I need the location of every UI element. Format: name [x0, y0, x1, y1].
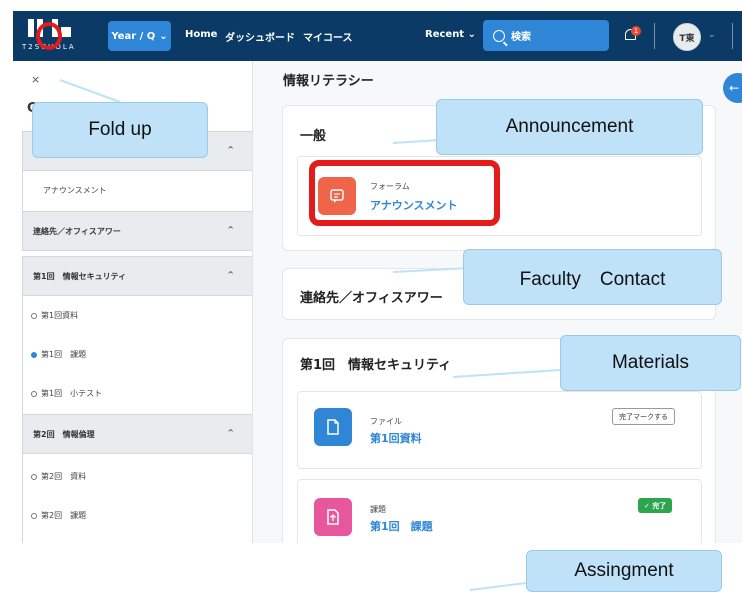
- arrow-left-icon: ←: [729, 81, 740, 95]
- nav-divider: [732, 23, 733, 49]
- close-icon[interactable]: ×: [31, 73, 40, 86]
- user-avatar[interactable]: T東: [673, 23, 701, 51]
- sidebar-section-body: アナウンスメント: [22, 171, 252, 211]
- site-logo[interactable]: T2SCHOLA: [20, 17, 80, 55]
- assignment-icon: [314, 498, 352, 536]
- sidebar-item-week1-assignment[interactable]: 第1回 課題: [31, 349, 86, 360]
- sidebar-section-title: 連絡先／オフィスアワー: [33, 226, 121, 236]
- mark-done-button[interactable]: 完了マークする: [612, 408, 675, 425]
- search-icon: [493, 29, 505, 42]
- sidebar-section-week2[interactable]: 第2回 情報倫理 ^: [22, 414, 252, 454]
- year-q-label: Year / Q: [111, 30, 156, 42]
- callout-materials: Materials: [560, 335, 741, 391]
- sidebar-section-week1[interactable]: 第1回 情報セキュリティ ^: [22, 256, 252, 296]
- chevron-down-icon: ⌄: [159, 30, 168, 42]
- sidebar-item-label: 第2回 課題: [41, 511, 87, 520]
- notification-badge: 1: [631, 26, 641, 36]
- sidebar-item-label: 第1回資料: [41, 311, 79, 320]
- nav-link-dashboard[interactable]: ダッシュボード: [225, 29, 295, 44]
- chevron-up-icon[interactable]: ^: [227, 270, 234, 279]
- chevron-down-icon: ⌄: [467, 29, 476, 40]
- sidebar-item-label: 第1回 小テスト: [41, 389, 103, 398]
- page-title: 情報リテラシー: [283, 74, 374, 89]
- highlight-ring: [36, 22, 62, 50]
- current-dot-icon: [31, 351, 37, 358]
- incomplete-dot-icon: [31, 312, 37, 319]
- chevron-up-icon[interactable]: ^: [227, 428, 234, 437]
- chevron-down-icon[interactable]: ⌄: [708, 30, 716, 40]
- highlight-box: [309, 160, 500, 226]
- section-title: 一般: [300, 129, 327, 144]
- sidebar-section-contact[interactable]: 連絡先／オフィスアワー ^: [22, 211, 252, 251]
- sidebar-section-title: 第1回 情報セキュリティ: [33, 271, 127, 281]
- sidebar-item-week2-assignment[interactable]: 第2回 課題: [31, 510, 86, 521]
- search-placeholder: 検索: [511, 32, 531, 43]
- section-title: 連絡先／オフィスアワー: [300, 291, 443, 306]
- page: T2SCHOLA Year / Q ⌄ Home ダッシュボード マイコース R…: [0, 0, 742, 592]
- top-navbar: T2SCHOLA Year / Q ⌄ Home ダッシュボード マイコース R…: [13, 11, 742, 61]
- file-icon: [314, 408, 352, 446]
- recent-dropdown[interactable]: Recent ⌄: [425, 29, 476, 40]
- sidebar-item-week1-materials[interactable]: 第1回資料: [31, 310, 78, 321]
- section-title: 第1回 情報セキュリティ: [300, 358, 452, 373]
- sidebar-item-announcement[interactable]: アナウンスメント: [43, 185, 107, 196]
- notification-button[interactable]: 1: [624, 26, 641, 42]
- sidebar-item-label: 第2回 資料: [41, 472, 87, 481]
- activity-file[interactable]: ファイル 第1回資料 完了マークする: [297, 391, 702, 469]
- search-input[interactable]: 検索: [483, 20, 609, 51]
- completed-badge: ✓ 完了: [638, 498, 673, 513]
- incomplete-dot-icon: [31, 473, 37, 480]
- activity-assignment[interactable]: 課題 第1回 課題 ✓ 完了: [297, 479, 702, 543]
- chevron-up-icon[interactable]: ^: [227, 145, 234, 154]
- incomplete-dot-icon: [31, 512, 37, 519]
- sidebar-item-label: アナウンスメント: [43, 186, 107, 195]
- nav-link-home[interactable]: Home: [185, 29, 217, 40]
- activity-type: 課題: [370, 505, 386, 514]
- recent-label: Recent: [425, 29, 465, 40]
- incomplete-dot-icon: [31, 390, 37, 397]
- nav-link-my-courses[interactable]: マイコース: [303, 29, 353, 44]
- callout-fold-up: Fold up: [32, 102, 208, 158]
- sidebar-item-week1-quiz[interactable]: 第1回 小テスト: [31, 388, 102, 399]
- year-q-dropdown[interactable]: Year / Q ⌄: [108, 21, 171, 51]
- activity-link-week1-materials[interactable]: 第1回資料: [370, 430, 422, 446]
- sidebar-section-body: 第2回 資料 第2回 課題: [22, 454, 252, 543]
- nav-divider: [654, 23, 655, 49]
- activity-type: ファイル: [370, 417, 402, 426]
- sidebar-section-body: 第1回資料 第1回 課題 第1回 小テスト: [22, 296, 252, 414]
- callout-announcement: Announcement: [436, 99, 703, 155]
- activity-link-week1-assignment[interactable]: 第1回 課題: [370, 518, 433, 534]
- sidebar-item-label: 第1回 課題: [41, 350, 87, 359]
- callout-faculty-contact: Faculty Contact: [463, 249, 722, 305]
- callout-assignment: Assingment: [526, 550, 722, 592]
- sidebar-section-title: 第2回 情報倫理: [33, 429, 95, 439]
- chevron-up-icon[interactable]: ^: [227, 225, 234, 234]
- sidebar-item-week2-materials[interactable]: 第2回 資料: [31, 471, 86, 482]
